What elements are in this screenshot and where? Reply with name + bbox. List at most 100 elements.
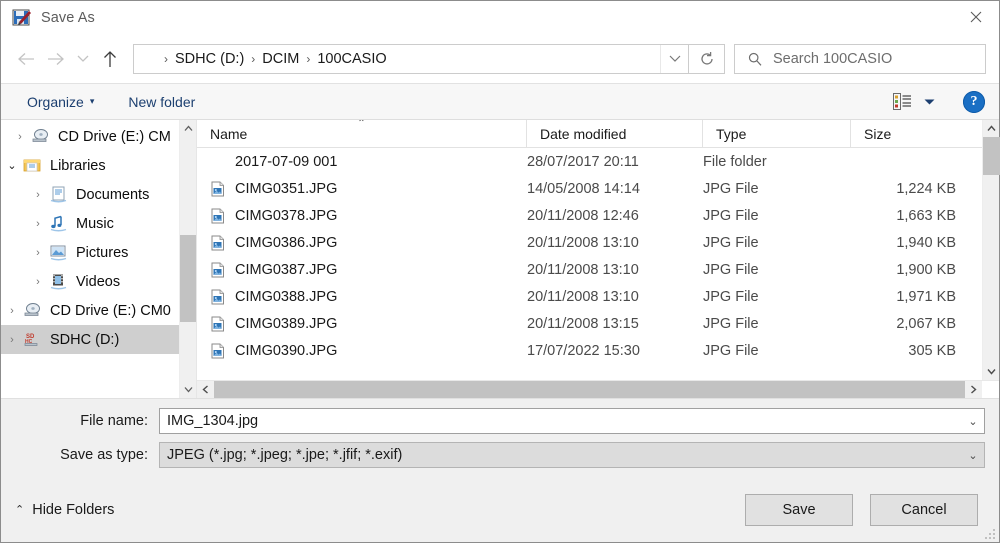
table-row[interactable]: CIMG0351.JPG 14/05/2008 14:14 JPG File 1… bbox=[197, 175, 982, 202]
new-folder-button[interactable]: New folder bbox=[122, 91, 201, 113]
table-row[interactable]: 2017-07-09 001 28/07/2017 20:11 File fol… bbox=[197, 148, 982, 175]
column-header-date-modified[interactable]: Date modified bbox=[527, 120, 703, 147]
table-row[interactable]: CIMG0388.JPG 20/11/2008 13:10 JPG File 1… bbox=[197, 283, 982, 310]
sidebar-item-cd-drive-e-cm[interactable]: › CD Drive (E:) CM bbox=[1, 122, 179, 151]
table-row[interactable]: CIMG0386.JPG 20/11/2008 13:10 JPG File 1… bbox=[197, 229, 982, 256]
view-options-button[interactable] bbox=[889, 90, 939, 113]
forward-button[interactable] bbox=[41, 44, 71, 74]
chevron-down-icon bbox=[986, 369, 996, 375]
filetype-dropdown[interactable]: JPEG (*.jpg; *.jpeg; *.jpe; *.jfif; *.ex… bbox=[159, 442, 985, 468]
file-list-scroll-track[interactable] bbox=[982, 137, 1000, 363]
chevron-right-icon[interactable]: › bbox=[27, 218, 49, 230]
table-row[interactable]: CIMG0378.JPG 20/11/2008 12:46 JPG File 1… bbox=[197, 202, 982, 229]
chevron-right-icon[interactable]: › bbox=[9, 131, 31, 143]
file-list-scroll-down-button[interactable] bbox=[983, 363, 1000, 380]
file-list-scroll-up-button[interactable] bbox=[983, 120, 1000, 137]
chevron-right-icon[interactable]: › bbox=[1, 305, 23, 317]
filename-row: File name: IMG_1304.jpg ⌄ bbox=[15, 408, 985, 434]
scroll-right-button[interactable] bbox=[965, 381, 982, 398]
jpg-file-icon bbox=[210, 208, 226, 224]
jpg-file-icon bbox=[210, 235, 226, 251]
file-date: 20/11/2008 13:10 bbox=[527, 288, 639, 305]
jpg-file-icon bbox=[210, 316, 226, 332]
file-size: 1,900 KB bbox=[896, 261, 956, 278]
breadcrumb[interactable]: › SDHC (D:) › DCIM › 100CASIO bbox=[133, 43, 689, 74]
file-list-scrollbar[interactable] bbox=[982, 120, 1000, 380]
table-row[interactable]: CIMG0390.JPG 17/07/2022 15:30 JPG File 3… bbox=[197, 337, 982, 364]
sidebar-item-music[interactable]: › Music bbox=[1, 209, 179, 238]
chevron-right-icon[interactable]: › bbox=[27, 247, 49, 259]
resize-grip-icon[interactable] bbox=[984, 528, 996, 540]
column-header-type[interactable]: Type bbox=[703, 120, 851, 147]
organize-button[interactable]: Organize ▾ bbox=[21, 91, 100, 113]
sidebar-scroll-down-button[interactable] bbox=[180, 381, 197, 398]
breadcrumb-item-0[interactable]: SDHC (D:) bbox=[171, 51, 248, 67]
filetype-value: JPEG (*.jpg; *.jpeg; *.jpe; *.jfif; *.ex… bbox=[167, 447, 403, 463]
horizontal-scroll-track[interactable] bbox=[214, 381, 965, 398]
cancel-button[interactable]: Cancel bbox=[870, 493, 978, 526]
videos-icon bbox=[49, 273, 69, 291]
breadcrumb-item-2[interactable]: 100CASIO bbox=[313, 51, 390, 67]
recent-locations-button[interactable] bbox=[71, 44, 95, 74]
dialog-body: › CD Drive (E:) CM ⌄ Libraries › Documen… bbox=[1, 120, 1000, 398]
filename-input[interactable]: IMG_1304.jpg ⌄ bbox=[159, 408, 985, 434]
save-as-dialog: Save As › SDHC (D:) › DCIM › 100CASIO Se… bbox=[0, 0, 1000, 543]
file-date: 20/11/2008 12:46 bbox=[527, 207, 639, 224]
scroll-left-button[interactable] bbox=[197, 381, 214, 398]
chevron-down-icon[interactable]: ⌄ bbox=[1, 159, 23, 172]
up-button[interactable] bbox=[95, 44, 125, 74]
back-button[interactable] bbox=[11, 44, 41, 74]
search-placeholder: Search 100CASIO bbox=[773, 50, 893, 67]
sidebar-item-cd-drive-e-cm0[interactable]: › CD Drive (E:) CM0 bbox=[1, 296, 179, 325]
documents-icon bbox=[49, 186, 69, 204]
sidebar-scroll-thumb[interactable] bbox=[179, 234, 196, 323]
sidebar-tree: › CD Drive (E:) CM ⌄ Libraries › Documen… bbox=[1, 120, 179, 398]
horizontal-scroll-thumb[interactable] bbox=[214, 381, 965, 398]
help-button[interactable]: ? bbox=[963, 90, 985, 113]
chevron-down-icon[interactable]: ⌄ bbox=[962, 415, 984, 428]
paint-save-icon bbox=[12, 8, 32, 28]
organize-label: Organize bbox=[27, 93, 84, 110]
file-name-cell: CIMG0386.JPG bbox=[197, 235, 527, 251]
chevron-down-icon bbox=[924, 99, 935, 104]
breadcrumb-separator-0: › bbox=[164, 51, 168, 66]
sidebar-scrollbar[interactable] bbox=[179, 120, 196, 398]
libraries-icon bbox=[23, 157, 43, 175]
table-row[interactable]: CIMG0389.JPG 20/11/2008 13:15 JPG File 2… bbox=[197, 310, 982, 337]
sidebar-scroll-track[interactable] bbox=[179, 137, 196, 381]
file-size: 1,224 KB bbox=[896, 180, 956, 197]
sidebar-scroll-up-button[interactable] bbox=[180, 120, 197, 137]
file-list-pane: ⌃ Name Date modified Type Size 2017-07-0… bbox=[197, 120, 1000, 398]
file-list-horizontal-scrollbar[interactable] bbox=[197, 380, 999, 398]
sidebar-item-libraries[interactable]: ⌄ Libraries bbox=[1, 151, 179, 180]
file-size: 2,067 KB bbox=[896, 315, 956, 332]
chevron-right-icon[interactable]: › bbox=[27, 189, 49, 201]
close-button[interactable] bbox=[953, 1, 999, 33]
file-list-scroll-thumb[interactable] bbox=[982, 137, 1000, 176]
chevron-right-icon[interactable]: › bbox=[1, 334, 23, 346]
sidebar-item-videos[interactable]: › Videos bbox=[1, 267, 179, 296]
breadcrumb-dropdown-button[interactable] bbox=[660, 44, 688, 73]
column-header-size[interactable]: Size bbox=[851, 120, 982, 147]
new-folder-label: New folder bbox=[128, 93, 196, 110]
chevron-right-icon[interactable]: › bbox=[27, 276, 49, 288]
table-row[interactable]: CIMG0387.JPG 20/11/2008 13:10 JPG File 1… bbox=[197, 256, 982, 283]
sidebar-item-label: Videos bbox=[76, 273, 121, 290]
file-date: 20/11/2008 13:15 bbox=[527, 315, 639, 332]
sidebar-item-pictures[interactable]: › Pictures bbox=[1, 238, 179, 267]
search-input[interactable]: Search 100CASIO bbox=[734, 43, 986, 74]
sidebar-item-sdhc-d[interactable]: › SD HC SDHC (D:) bbox=[1, 325, 179, 354]
breadcrumb-item-1[interactable]: DCIM bbox=[258, 51, 303, 67]
chevron-down-icon[interactable]: ⌄ bbox=[962, 449, 984, 462]
refresh-button[interactable] bbox=[689, 43, 725, 74]
column-header-name[interactable]: ⌃ Name bbox=[197, 120, 527, 147]
file-type: JPG File bbox=[703, 180, 759, 197]
file-size: 1,940 KB bbox=[896, 234, 956, 251]
sidebar-item-label: SDHC (D:) bbox=[50, 331, 120, 348]
file-name: CIMG0387.JPG bbox=[235, 261, 338, 278]
file-date: 14/05/2008 14:14 bbox=[527, 180, 640, 197]
save-button[interactable]: Save bbox=[745, 493, 853, 526]
sidebar-item-documents[interactable]: › Documents bbox=[1, 180, 179, 209]
file-name-cell: CIMG0389.JPG bbox=[197, 316, 527, 332]
hide-folders-button[interactable]: ⌃ Hide Folders bbox=[15, 502, 114, 518]
